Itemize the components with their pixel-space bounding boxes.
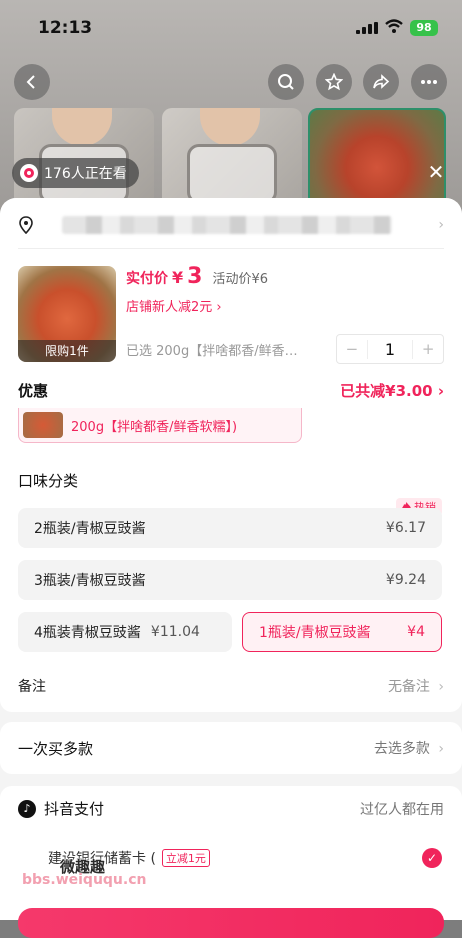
activity-price: 活动价¥6 (212, 272, 268, 287)
more-icon (421, 80, 437, 84)
star-icon (325, 73, 343, 91)
location-icon (19, 216, 33, 234)
live-icon (20, 164, 38, 182)
divider (18, 248, 444, 249)
chevron-right-icon: › (438, 217, 444, 233)
option-label: 2瓶装/青椒豆豉酱 (34, 521, 146, 537)
multi-buy-label: 一次买多款 (18, 739, 94, 758)
product-thumbnail-selected[interactable] (308, 108, 446, 208)
selected-spec: 已选 200g【拌啥都香/鲜香… (126, 344, 298, 359)
note-value[interactable]: 无备注 › (388, 676, 444, 696)
option-price: ¥9.24 (385, 572, 426, 588)
payment-card: ♪ 抖音支付 过亿人都在用 建设银行储蓄卡 ( 立减1元 ✓ (0, 786, 462, 920)
payment-subtitle: 过亿人都在用 (360, 801, 444, 818)
battery-icon: 98 (410, 20, 438, 36)
share-icon (373, 74, 390, 89)
chip-thumbnail (23, 412, 63, 438)
option-price: ¥4 (407, 624, 425, 640)
address-row[interactable]: › (18, 210, 444, 240)
product-card: › 限购1件 实付价 ¥ 3 活动价¥6 店铺新人减2元 › 已选 200g【拌… (0, 198, 462, 712)
address-redacted (62, 216, 392, 234)
option-label: 1瓶装/青椒豆豉酱 (259, 625, 371, 641)
check-icon[interactable]: ✓ (422, 848, 442, 868)
back-button[interactable] (14, 64, 50, 100)
discount-title: 优惠 (18, 381, 49, 400)
previous-selection-chip[interactable]: 200g【拌啥都香/鲜香软糯】) (18, 408, 302, 443)
signal-icon (356, 22, 378, 34)
purchase-limit-label: 限购1件 (18, 340, 116, 362)
discount-row[interactable]: 优惠 已共减¥3.00 › (18, 378, 444, 402)
watching-text: 176人正在看 (44, 166, 127, 182)
status-bar: 12:13 98 (0, 0, 462, 50)
product-image[interactable]: 限购1件 (18, 266, 116, 362)
share-button[interactable] (363, 64, 399, 100)
chip-label: 200g【拌啥都香/鲜香软糯】) (71, 419, 238, 435)
more-button[interactable] (411, 64, 447, 100)
increase-button[interactable]: + (413, 340, 443, 358)
chevron-right-icon: › (438, 741, 444, 757)
chevron-right-icon: › (438, 679, 444, 695)
order-sheet: › 限购1件 实付价 ¥ 3 活动价¥6 店铺新人减2元 › 已选 200g【拌… (0, 198, 462, 920)
search-icon (278, 74, 294, 90)
flavor-option[interactable]: 2瓶装/青椒豆豉酱 ¥6.17 (18, 508, 442, 548)
option-price: ¥11.04 (150, 624, 200, 640)
watermark-url: bbs.weiququ.cn (22, 872, 147, 888)
quantity-value[interactable]: 1 (366, 339, 414, 359)
new-customer-discount[interactable]: 店铺新人减2元 › (126, 296, 222, 315)
chevron-left-icon (26, 75, 35, 89)
multi-buy-row[interactable]: 一次买多款 去选多款 › (0, 722, 462, 774)
flavor-option[interactable]: 4瓶装青椒豆豉酱 ¥11.04 (18, 612, 232, 652)
status-time: 12:13 (38, 18, 93, 38)
option-label: 3瓶装/青椒豆豉酱 (34, 573, 146, 589)
option-price: ¥6.17 (385, 520, 426, 536)
douyin-pay-icon: ♪ (18, 799, 36, 818)
pay-price-value: 3 (187, 264, 203, 289)
close-icon[interactable]: ✕ (424, 160, 448, 184)
decrease-button[interactable]: − (337, 340, 367, 358)
live-viewers-badge: 176人正在看 (12, 158, 139, 188)
payment-header: ♪ 抖音支付 过亿人都在用 (18, 798, 444, 819)
price-row: 实付价 ¥ 3 活动价¥6 (126, 264, 268, 289)
quantity-stepper[interactable]: − 1 + (336, 334, 444, 364)
payment-title: ♪ 抖音支付 (18, 798, 104, 819)
currency-symbol: ¥ (172, 268, 184, 287)
multi-buy-action[interactable]: 去选多款 › (374, 738, 444, 758)
bank-discount-tag: 立减1元 (161, 849, 210, 867)
chevron-right-icon: › (216, 300, 222, 315)
flavor-title: 口味分类 (18, 472, 79, 490)
wifi-icon (385, 18, 403, 34)
flavor-option-selected[interactable]: 1瓶装/青椒豆豉酱 ¥4 (242, 612, 442, 652)
note-label: 备注 (18, 679, 46, 695)
discount-total[interactable]: 已共减¥3.00 › (340, 380, 444, 401)
option-label: 4瓶装青椒豆豉酱 (34, 625, 141, 641)
search-button[interactable] (268, 64, 304, 100)
pay-price-label: 实付价 (126, 271, 168, 287)
favorite-button[interactable] (316, 64, 352, 100)
bank-card-option[interactable]: 建设银行储蓄卡 ( 立减1元 ✓ (48, 848, 442, 868)
flavor-option[interactable]: 3瓶装/青椒豆豉酱 ¥9.24 (18, 560, 442, 600)
submit-order-button[interactable] (18, 908, 444, 938)
product-thumbnail[interactable] (162, 108, 302, 208)
note-row[interactable]: 备注 无备注 › (18, 676, 444, 696)
